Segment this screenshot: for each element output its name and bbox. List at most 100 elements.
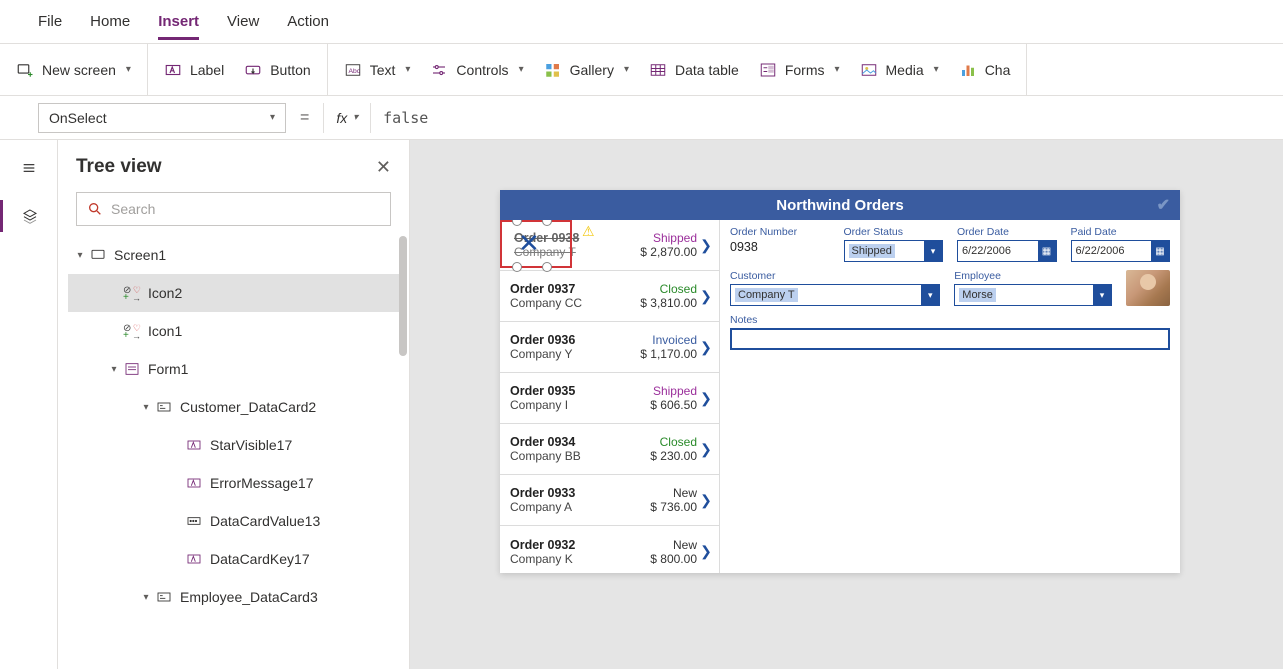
- field-employee[interactable]: Employee Morse▾: [954, 270, 1112, 306]
- treeview-rail-button[interactable]: [0, 200, 57, 232]
- order-detail-form: Order Number 0938 Order Status Shipped▾ …: [720, 220, 1180, 573]
- search-placeholder: Search: [111, 201, 155, 217]
- text-button[interactable]: Abc Text▾: [344, 61, 411, 79]
- tree-view-panel: Tree view ✕ Search ▾ Screen1 ⊘♡+→ Icon2 …: [58, 140, 410, 669]
- order-row[interactable]: Order 0932Company K New$ 800.00 ❯: [500, 526, 719, 573]
- sliders-icon: [430, 61, 448, 79]
- controls-button[interactable]: Controls▾: [430, 61, 523, 79]
- ribbon: New screen▾ Label Button Abc Text▾ Contr…: [0, 44, 1283, 96]
- tree-item-icon2[interactable]: ⊘♡+→ Icon2: [68, 274, 399, 312]
- tree-item-icon1[interactable]: ⊘♡+→ Icon1: [68, 312, 399, 350]
- tree-item-starvisible17[interactable]: StarVisible17: [68, 426, 399, 464]
- chevron-down-icon: ▾: [921, 285, 939, 305]
- field-order-number: Order Number 0938: [730, 226, 830, 262]
- tree-item-screen1[interactable]: ▾ Screen1: [68, 236, 399, 274]
- order-row[interactable]: Order 0935Company I Shipped$ 606.50 ❯: [500, 373, 719, 424]
- gallery-button[interactable]: Gallery▾: [544, 61, 629, 79]
- chevron-down-icon: ▾: [519, 64, 524, 75]
- field-notes[interactable]: Notes: [730, 314, 1170, 350]
- chart-icon: [959, 61, 977, 79]
- chevron-right-icon: ❯: [697, 543, 715, 560]
- field-order-status[interactable]: Order Status Shipped▾: [844, 226, 944, 262]
- caret-down-icon: ▾: [138, 402, 154, 413]
- label-icon: [164, 61, 182, 79]
- chevron-down-icon: ▾: [934, 64, 939, 75]
- menu-action[interactable]: Action: [287, 3, 329, 40]
- forms-button[interactable]: Forms▾: [759, 61, 840, 79]
- label-icon: [184, 551, 204, 567]
- field-order-date[interactable]: Order Date 6/22/2006▦: [957, 226, 1057, 262]
- menu-file[interactable]: File: [38, 3, 62, 40]
- tree-item-employee-datacard3[interactable]: ▾ Employee_DataCard3: [68, 578, 399, 616]
- chevron-right-icon: ❯: [697, 237, 715, 254]
- order-row[interactable]: ✕ ⚠ Order 0938 Company T Shipped$ 2,870.…: [500, 220, 719, 271]
- order-row[interactable]: Order 0934Company BB Closed$ 230.00 ❯: [500, 424, 719, 475]
- warning-icon: ⚠: [582, 223, 595, 240]
- screen-icon: [88, 247, 108, 263]
- form-icon: [122, 361, 142, 377]
- chevron-down-icon: ▾: [353, 112, 358, 123]
- forms-icon: [759, 61, 777, 79]
- cancel-icon[interactable]: ✕: [518, 228, 540, 259]
- label-icon: [184, 437, 204, 453]
- order-gallery[interactable]: ✕ ⚠ Order 0938 Company T Shipped$ 2,870.…: [500, 220, 720, 573]
- menu-insert[interactable]: Insert: [158, 3, 199, 40]
- chevron-down-icon: ▾: [1093, 285, 1111, 305]
- svg-text:Abc: Abc: [348, 68, 360, 75]
- datacard-icon: [154, 399, 174, 415]
- tree-search-input[interactable]: Search: [76, 192, 391, 226]
- button-button[interactable]: Button: [244, 61, 310, 79]
- chevron-right-icon: ❯: [697, 288, 715, 305]
- app-preview: Northwind Orders ✔ ✕ ⚠ Order 0938 Compan…: [500, 190, 1180, 573]
- label-icon: [184, 475, 204, 491]
- icon-combo-icon: ⊘♡+→: [122, 285, 142, 301]
- chevron-right-icon: ❯: [697, 339, 715, 356]
- app-title-text: Northwind Orders: [776, 197, 904, 214]
- media-button[interactable]: Media▾: [860, 61, 939, 79]
- menu-view[interactable]: View: [227, 3, 259, 40]
- button-icon: [244, 61, 262, 79]
- close-icon: ✕: [376, 157, 391, 177]
- canvas[interactable]: Northwind Orders ✔ ✕ ⚠ Order 0938 Compan…: [410, 140, 1283, 669]
- tree-item-errormessage17[interactable]: ErrorMessage17: [68, 464, 399, 502]
- table-icon: [649, 61, 667, 79]
- caret-down-icon: ▾: [106, 364, 122, 375]
- icon-combo-icon: ⊘♡+→: [122, 323, 142, 339]
- checkmark-icon[interactable]: ✔: [1157, 195, 1170, 215]
- tree-scrollbar[interactable]: [399, 236, 407, 356]
- caret-down-icon: ▾: [72, 250, 88, 261]
- hamburger-button[interactable]: [13, 152, 45, 184]
- equals-sign: =: [300, 109, 309, 127]
- order-row[interactable]: Order 0933Company A New$ 736.00 ❯: [500, 475, 719, 526]
- property-selector[interactable]: OnSelect ▾: [38, 103, 286, 133]
- datatable-button[interactable]: Data table: [649, 61, 739, 79]
- calendar-icon: ▦: [1038, 241, 1056, 261]
- tree-view-title: Tree view: [76, 156, 162, 178]
- fx-button[interactable]: fx ▾: [323, 103, 370, 133]
- text-icon: Abc: [344, 61, 362, 79]
- media-icon: [860, 61, 878, 79]
- left-rail: [0, 140, 58, 669]
- gallery-icon: [544, 61, 562, 79]
- search-icon: [87, 201, 103, 217]
- order-row[interactable]: Order 0936Company Y Invoiced$ 1,170.00 ❯: [500, 322, 719, 373]
- tree-item-datacardkey17[interactable]: DataCardKey17: [68, 540, 399, 578]
- menubar: File Home Insert View Action: [0, 0, 1283, 44]
- order-row[interactable]: Order 0937Company CC Closed$ 3,810.00 ❯: [500, 271, 719, 322]
- datacard-icon: [154, 589, 174, 605]
- formula-bar: OnSelect ▾ = fx ▾ false: [0, 96, 1283, 140]
- chevron-down-icon: ▾: [924, 241, 942, 261]
- menu-home[interactable]: Home: [90, 3, 130, 40]
- field-customer[interactable]: Customer Company T▾: [730, 270, 940, 306]
- tree-item-form1[interactable]: ▾ Form1: [68, 350, 399, 388]
- tree-item-customer-datacard2[interactable]: ▾ Customer_DataCard2: [68, 388, 399, 426]
- label-button[interactable]: Label: [164, 61, 224, 79]
- close-panel-button[interactable]: ✕: [376, 157, 391, 178]
- field-paid-date[interactable]: Paid Date 6/22/2006▦: [1071, 226, 1171, 262]
- charts-button[interactable]: Cha: [959, 61, 1011, 79]
- new-screen-button[interactable]: New screen▾: [16, 61, 131, 79]
- formula-input[interactable]: false: [370, 103, 1283, 133]
- chevron-right-icon: ❯: [697, 492, 715, 509]
- calendar-icon: ▦: [1151, 241, 1169, 261]
- tree-item-datacardvalue13[interactable]: DataCardValue13: [68, 502, 399, 540]
